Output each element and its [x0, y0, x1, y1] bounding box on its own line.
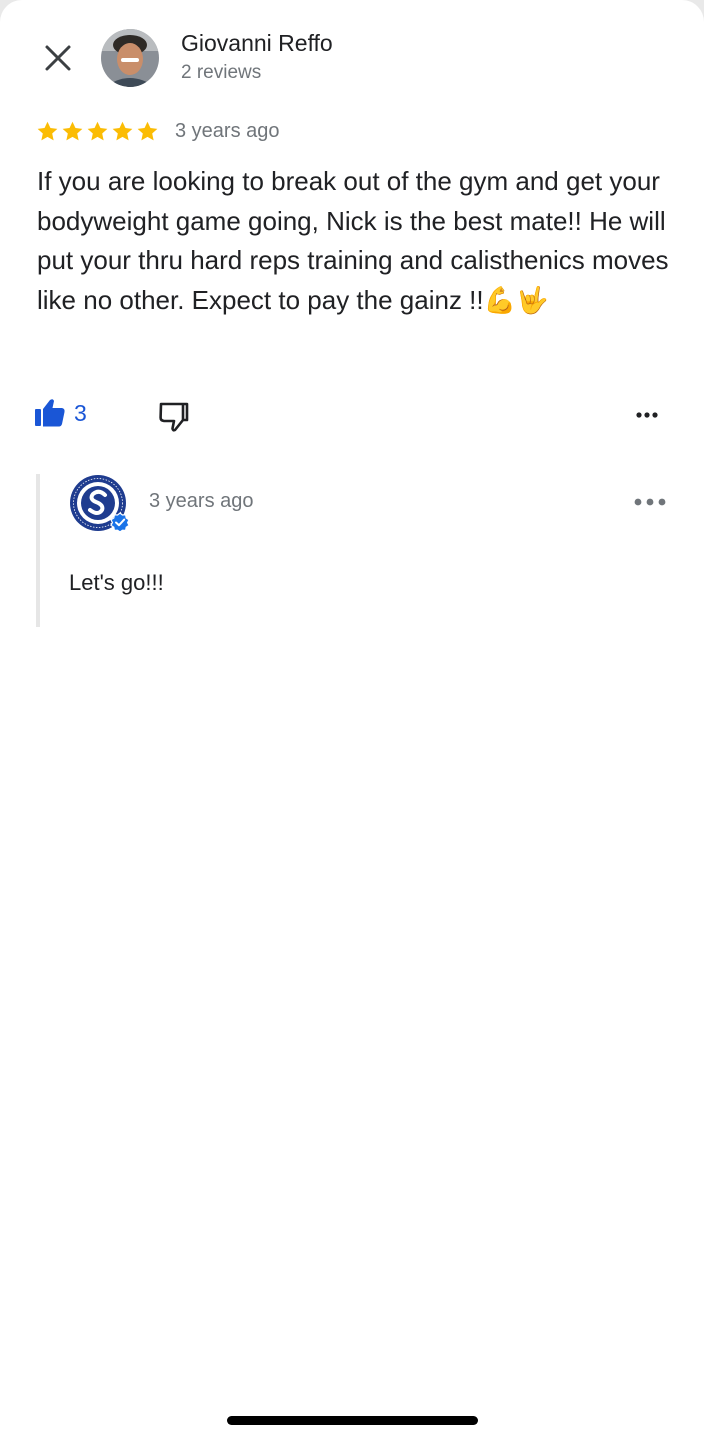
rating-row: 3 years ago [36, 116, 280, 146]
owner-logo[interactable] [68, 474, 130, 534]
author-name[interactable]: Giovanni Reffo [181, 30, 333, 57]
thumbs-down-icon [159, 402, 189, 432]
star-icon [112, 121, 133, 140]
star-icon [87, 121, 108, 140]
review-text: If you are looking to break out of the g… [37, 166, 669, 315]
avatar-photo [101, 29, 159, 87]
home-indicator[interactable] [227, 1416, 478, 1425]
reply-text: Let's go!!! [69, 570, 164, 595]
thumbs-up-icon [35, 399, 65, 427]
dislike-button[interactable] [156, 400, 190, 437]
author-review-count[interactable]: 2 reviews [181, 62, 261, 84]
star-rating [36, 120, 159, 143]
star-icon [37, 121, 58, 140]
star-icon [137, 121, 158, 140]
more-horizontal-icon [636, 412, 658, 418]
verified-badge-icon [110, 512, 130, 532]
like-button[interactable]: 3 [34, 398, 87, 428]
reply-time: 3 years ago [149, 490, 254, 512]
like-count: 3 [74, 399, 87, 426]
owner-reply: 3 years ago Let's go!!! [36, 474, 676, 627]
close-icon [45, 45, 71, 71]
more-horizontal-icon [634, 498, 666, 506]
star-icon [62, 121, 83, 140]
review-more-button[interactable] [630, 402, 664, 433]
review-time: 3 years ago [175, 119, 280, 142]
reply-more-button[interactable] [632, 494, 668, 515]
review-actions: 3 [0, 392, 704, 438]
review-sheet: Giovanni Reffo 2 reviews 3 years ago If … [0, 0, 704, 1440]
close-button[interactable] [32, 32, 84, 84]
author-avatar[interactable] [101, 29, 159, 87]
